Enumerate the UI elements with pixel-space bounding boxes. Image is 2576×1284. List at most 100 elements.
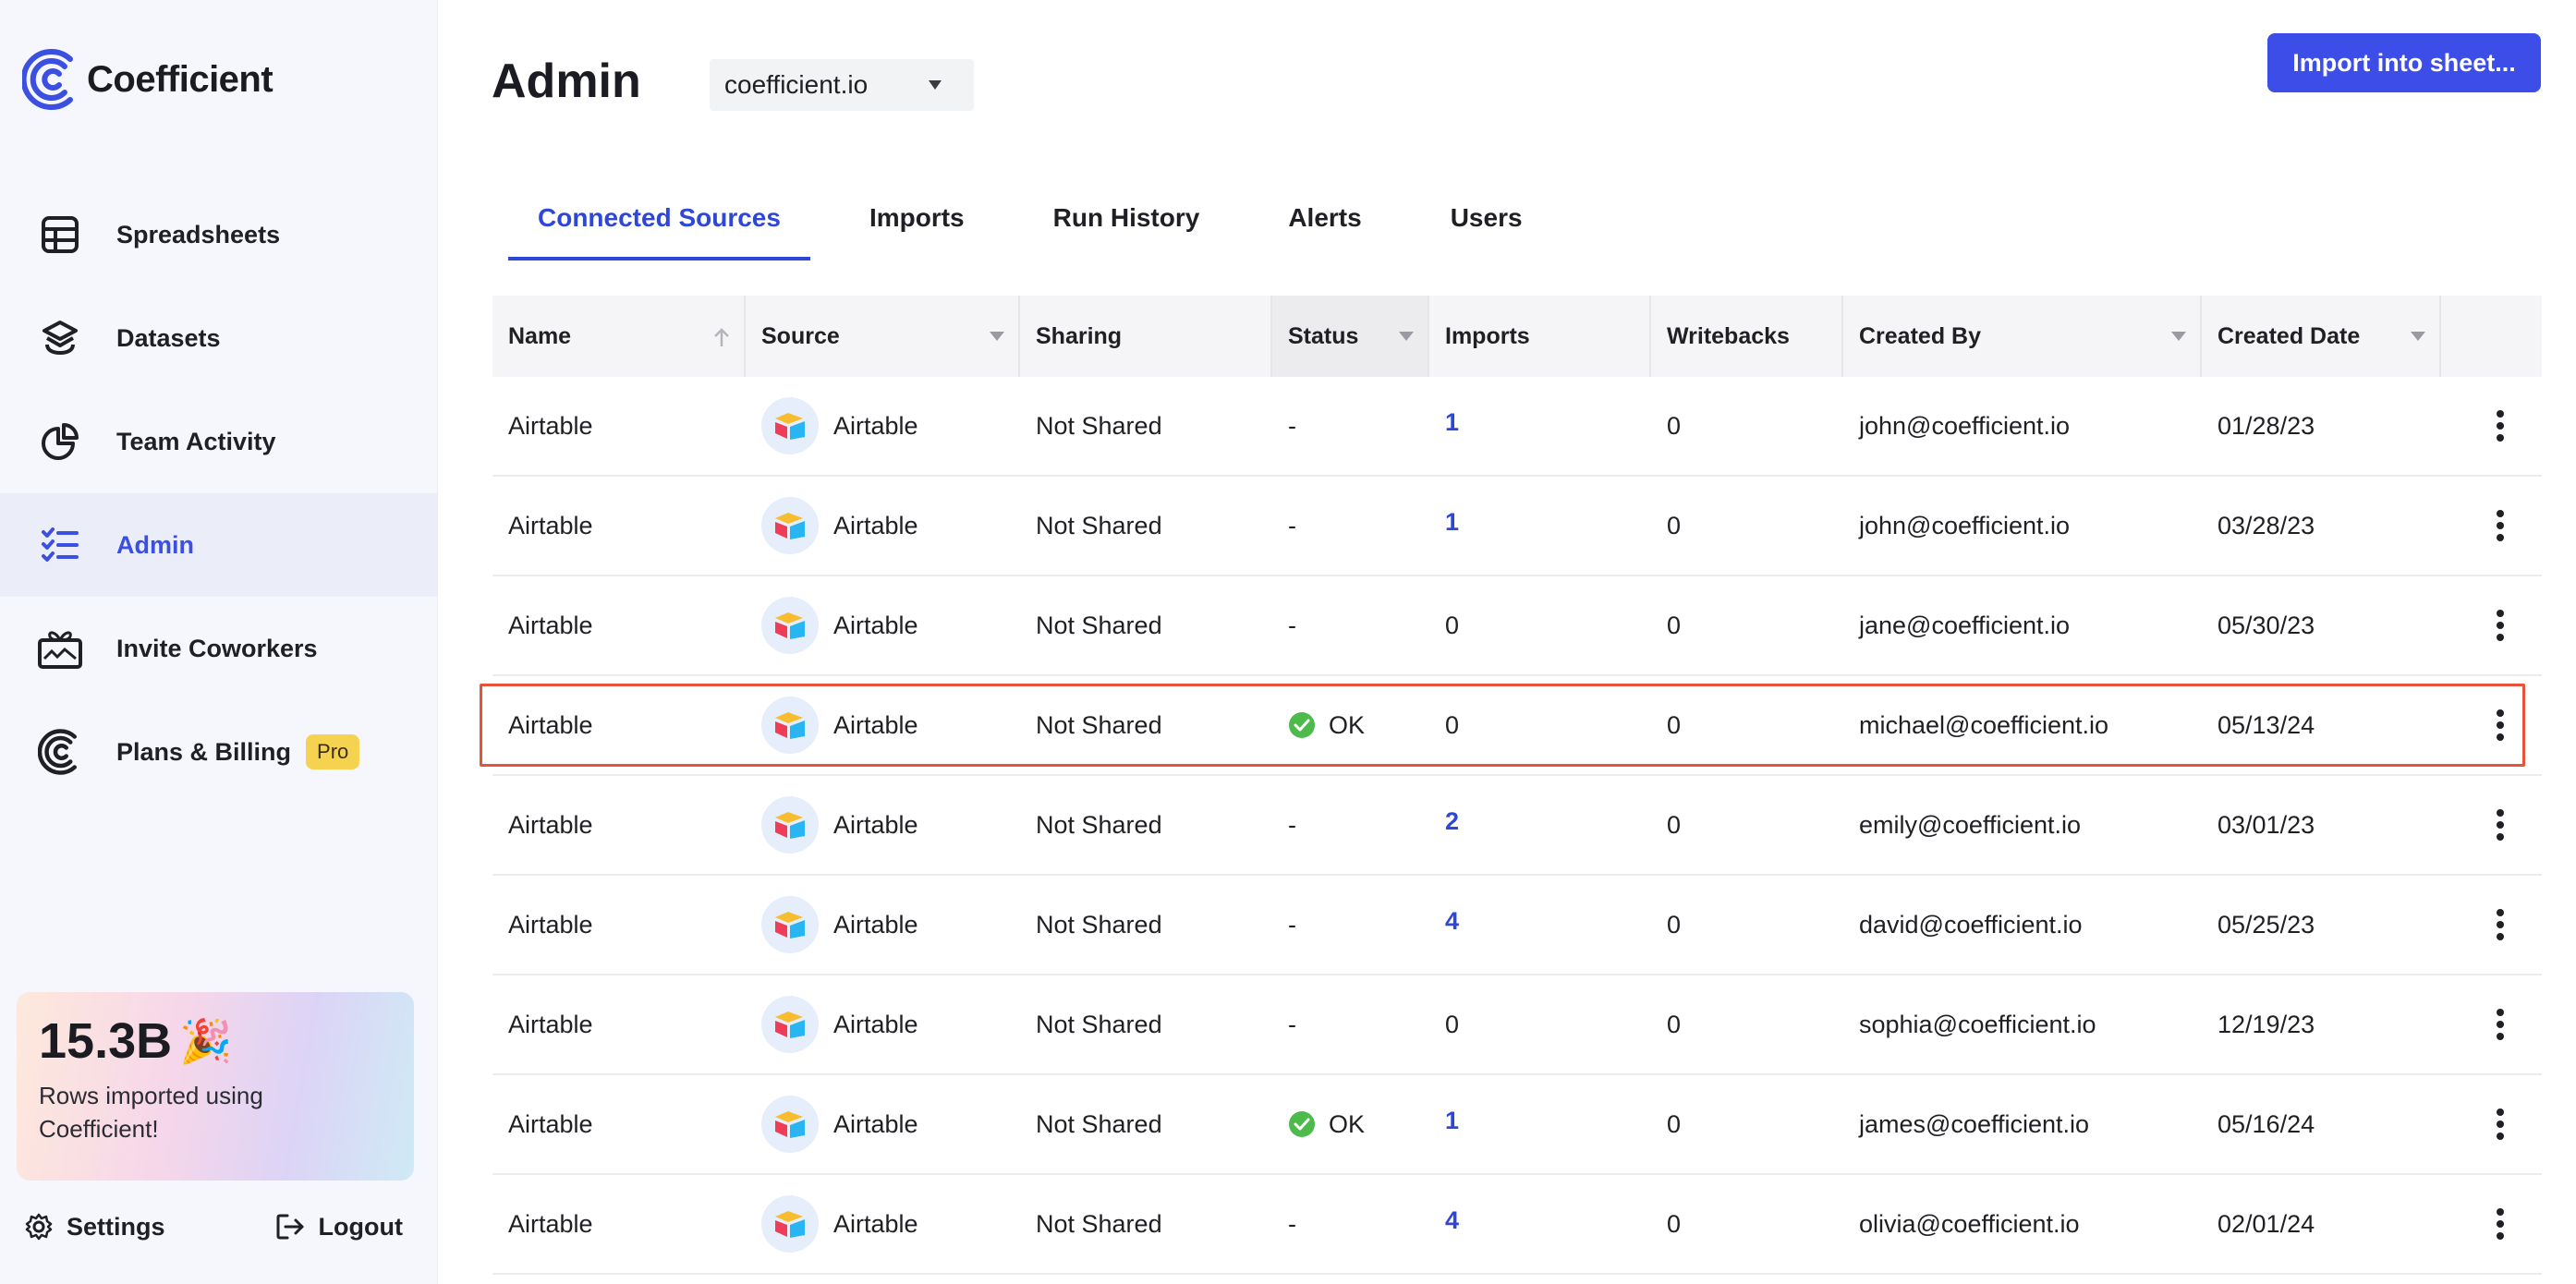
tab-alerts[interactable]: Alerts — [1288, 190, 1361, 260]
imports-count-link[interactable]: 2 — [1445, 807, 1459, 836]
gear-icon — [25, 1213, 53, 1241]
sidebar-item-datasets[interactable]: Datasets — [0, 286, 438, 390]
sidebar-item-spreadsheets[interactable]: Spreadsheets — [0, 183, 438, 286]
imports-count-link[interactable]: 4 — [1445, 1206, 1459, 1235]
coefficient-logo-icon — [37, 729, 83, 775]
filter-caret-icon — [2171, 332, 2186, 341]
table-row[interactable]: Airtable Airtable Not Shared OK 0 0 mich… — [480, 676, 2542, 776]
column-header-writebacks[interactable]: Writebacks — [1651, 296, 1843, 377]
table-row[interactable]: Airtable Airtable Not Shared - 4 0 olivi… — [492, 1175, 2542, 1275]
imports-count-link[interactable]: 1 — [1445, 508, 1459, 537]
created-by-email: john@coefficient.io — [1859, 411, 2071, 440]
created-by-email: james@coefficient.io — [1859, 1109, 2090, 1138]
status-value: - — [1288, 810, 1296, 839]
status-value: - — [1288, 910, 1296, 939]
writebacks-count: 0 — [1667, 810, 1682, 839]
sidebar-item-plans-billing[interactable]: Plans & Billing Pro — [0, 700, 438, 804]
layers-icon — [37, 315, 83, 361]
column-header-sharing[interactable]: Sharing — [1020, 296, 1272, 377]
table-row[interactable]: Airtable Airtable Not Shared - 0 0 jane@… — [492, 576, 2542, 676]
table-row[interactable]: Airtable Airtable Not Shared - 4 0 david… — [492, 876, 2542, 975]
imports-count-link[interactable]: 1 — [1445, 408, 1459, 437]
column-header-source[interactable]: Source — [746, 296, 1020, 377]
app-logo[interactable]: Coefficient — [22, 46, 273, 113]
cell-actions — [2441, 676, 2542, 774]
writebacks-count: 0 — [1667, 710, 1682, 739]
cell-created-by: sophia@coefficient.io — [1843, 975, 2202, 1073]
created-date-value: 12/19/23 — [2218, 1010, 2315, 1038]
airtable-logo-icon — [761, 397, 819, 454]
table-row[interactable]: Airtable Airtable Not Shared OK 1 0 jame… — [492, 1075, 2542, 1175]
created-by-email: jane@coefficient.io — [1859, 611, 2071, 639]
more-options-button[interactable] — [2482, 697, 2519, 753]
cell-created-date: 05/25/23 — [2202, 876, 2441, 974]
status-value: - — [1288, 611, 1296, 639]
more-options-button[interactable] — [2482, 398, 2519, 454]
cell-source: Airtable — [746, 676, 1020, 774]
more-options-button[interactable] — [2482, 797, 2519, 853]
settings-link[interactable]: Settings — [24, 1212, 165, 1242]
table-row[interactable]: Airtable Airtable Not Shared - 2 0 emily… — [492, 776, 2542, 876]
more-options-button[interactable] — [2482, 1196, 2519, 1252]
more-options-button[interactable] — [2482, 997, 2519, 1052]
column-header-created-date[interactable]: Created Date — [2202, 296, 2441, 377]
source-name: Airtable — [508, 710, 593, 739]
more-options-button[interactable] — [2482, 498, 2519, 553]
tab-label: Imports — [869, 203, 965, 232]
status-value: - — [1288, 1010, 1296, 1038]
cell-created-by: john@coefficient.io — [1843, 477, 2202, 575]
column-header-imports[interactable]: Imports — [1429, 296, 1651, 377]
source-type: Airtable — [833, 411, 918, 440]
sidebar-item-admin[interactable]: Admin — [0, 493, 438, 597]
cell-imports: 4 — [1429, 876, 1651, 974]
cell-actions — [2441, 477, 2542, 575]
table-row[interactable]: Airtable Airtable Not Shared - 1 0 john@… — [492, 377, 2542, 477]
airtable-logo-icon — [761, 597, 819, 654]
import-into-sheet-button[interactable]: Import into sheet... — [2267, 33, 2541, 92]
caret-down-icon — [929, 80, 942, 90]
table-row[interactable]: Airtable Airtable Not Shared - 0 0 sophi… — [492, 975, 2542, 1075]
filter-caret-icon — [2411, 332, 2425, 341]
cell-actions — [2441, 1075, 2542, 1173]
logout-link[interactable]: Logout — [274, 1212, 403, 1242]
tab-label: Run History — [1052, 203, 1200, 232]
tab-connected-sources[interactable]: Connected Sources — [508, 190, 810, 260]
source-name: Airtable — [508, 1010, 593, 1038]
sidebar: Coefficient Spreadsheets Datasets Team A… — [0, 0, 438, 1284]
tab-users[interactable]: Users — [1451, 190, 1523, 260]
sidebar-item-invite-coworkers[interactable]: Invite Coworkers — [0, 597, 438, 700]
created-date-value: 05/16/24 — [2218, 1109, 2315, 1138]
cell-imports: 0 — [1429, 676, 1651, 774]
tab-run-history[interactable]: Run History — [1053, 190, 1200, 260]
cell-sharing: Not Shared — [1020, 477, 1272, 575]
imports-count-link[interactable]: 4 — [1445, 907, 1459, 936]
sidebar-item-team-activity[interactable]: Team Activity — [0, 390, 438, 493]
cell-created-date: 01/28/23 — [2202, 377, 2441, 475]
imports-count-link[interactable]: 1 — [1445, 1107, 1459, 1135]
source-name: Airtable — [508, 411, 593, 440]
cell-imports: 2 — [1429, 776, 1651, 874]
sharing-value: Not Shared — [1036, 611, 1162, 639]
table-row[interactable]: Airtable Airtable Not Shared - 1 0 john@… — [492, 477, 2542, 576]
cell-sharing: Not Shared — [1020, 377, 1272, 475]
filter-caret-icon — [1399, 332, 1414, 341]
tab-imports[interactable]: Imports — [869, 190, 965, 260]
column-header-name[interactable]: Name — [492, 296, 746, 377]
status-value: - — [1288, 1209, 1296, 1238]
table-header: Name Source Sharing Status Imports Write… — [492, 296, 2542, 377]
more-options-button[interactable] — [2482, 598, 2519, 653]
column-header-created-by[interactable]: Created By — [1843, 296, 2202, 377]
more-options-button[interactable] — [2482, 897, 2519, 952]
column-header-label: Sharing — [1036, 322, 1123, 349]
cell-writebacks: 0 — [1651, 975, 1843, 1073]
writebacks-count: 0 — [1667, 611, 1682, 639]
source-type: Airtable — [833, 810, 918, 839]
sidebar-item-label: Datasets — [116, 323, 221, 352]
column-header-status[interactable]: Status — [1272, 296, 1429, 377]
column-header-label: Source — [761, 322, 840, 349]
cell-sharing: Not Shared — [1020, 876, 1272, 974]
vertical-dots-icon — [2497, 510, 2504, 541]
cell-status: OK — [1272, 676, 1429, 774]
domain-select[interactable]: coefficient.io — [710, 59, 974, 111]
more-options-button[interactable] — [2482, 1096, 2519, 1152]
